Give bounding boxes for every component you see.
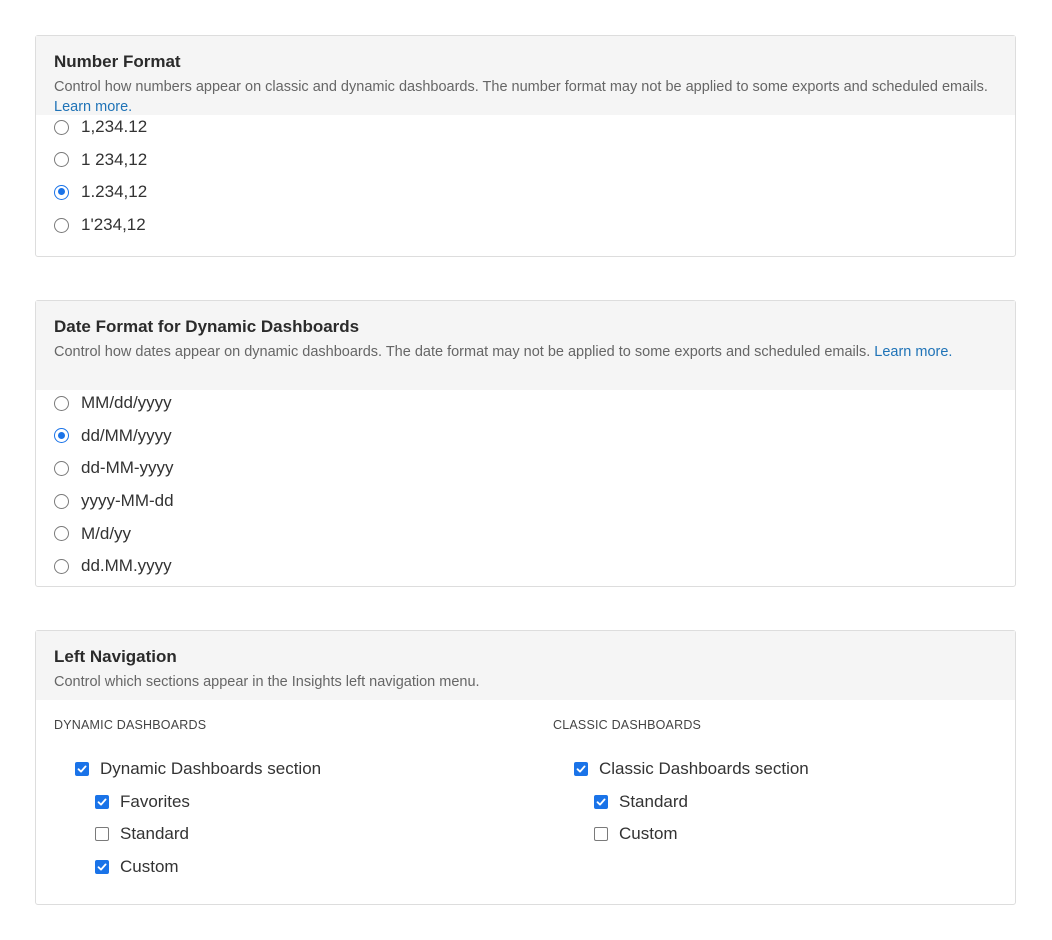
- radio-button[interactable]: [54, 119, 69, 135]
- dynamic-dashboards-header: DYNAMIC DASHBOARDS: [54, 718, 207, 732]
- radio-label: dd/MM/yyyy: [81, 425, 172, 445]
- date-format-learn-more-link[interactable]: Learn more.: [874, 344, 952, 360]
- radio-label: M/d/yy: [81, 523, 132, 543]
- checkbox-label: Custom: [120, 857, 179, 876]
- radio-label: yyyy-MM-dd: [81, 491, 174, 511]
- checkbox[interactable]: [95, 827, 109, 841]
- date-format-header: Date Format for Dynamic Dashboards Contr…: [36, 301, 1015, 390]
- date-format-option[interactable]: dd/MM/yyyy: [54, 420, 997, 453]
- checkbox[interactable]: [75, 762, 89, 776]
- number-format-title: Number Format: [54, 52, 181, 71]
- radio-label: dd.MM.yyyy: [81, 556, 172, 576]
- number-format-option[interactable]: 1'234,12: [54, 209, 997, 242]
- date-format-options: MM/dd/yyyy dd/MM/yyyy dd-MM-yyyy yyyy-MM…: [36, 387, 1015, 583]
- classic-standard-option[interactable]: Standard: [594, 792, 688, 812]
- left-navigation-description: Control which sections appear in the Ins…: [54, 674, 480, 690]
- radio-label: MM/dd/yyyy: [81, 393, 172, 413]
- number-format-option[interactable]: 1,234.12: [54, 111, 997, 144]
- date-format-description: Control how dates appear on dynamic dash…: [54, 342, 997, 362]
- radio-button[interactable]: [54, 460, 69, 476]
- number-format-header: Number Format Control how numbers appear…: [36, 36, 1015, 115]
- dynamic-favorites-option[interactable]: Favorites: [95, 792, 190, 812]
- number-format-panel: Number Format Control how numbers appear…: [35, 35, 1016, 257]
- checkbox[interactable]: [574, 762, 588, 776]
- radio-button[interactable]: [54, 152, 69, 168]
- dynamic-dashboards-section-option[interactable]: Dynamic Dashboards section: [75, 759, 321, 779]
- left-navigation-title: Left Navigation: [54, 647, 177, 666]
- date-format-panel: Date Format for Dynamic Dashboards Contr…: [35, 300, 1016, 587]
- checkbox-label: Standard: [120, 824, 189, 843]
- checkbox-label: Standard: [619, 792, 688, 811]
- number-format-options: 1,234.12 1 234,12 1.234,12 1'234,12: [36, 111, 1015, 241]
- radio-button[interactable]: [54, 526, 69, 542]
- classic-dashboards-section-option[interactable]: Classic Dashboards section: [574, 759, 809, 779]
- dynamic-custom-option[interactable]: Custom: [95, 857, 179, 877]
- radio-label: 1.234,12: [81, 182, 148, 202]
- date-format-option[interactable]: dd-MM-yyyy: [54, 452, 997, 485]
- radio-button[interactable]: [54, 184, 69, 200]
- radio-label: 1 234,12: [81, 149, 148, 169]
- checkbox[interactable]: [594, 827, 608, 841]
- number-format-option[interactable]: 1.234,12: [54, 176, 997, 209]
- checkbox-label: Favorites: [120, 792, 190, 811]
- classic-dashboards-header: CLASSIC DASHBOARDS: [553, 718, 702, 732]
- date-format-option[interactable]: dd.MM.yyyy: [54, 550, 997, 583]
- radio-button[interactable]: [54, 217, 69, 233]
- radio-button[interactable]: [54, 395, 69, 411]
- checkbox[interactable]: [594, 795, 608, 809]
- radio-label: 1,234.12: [81, 117, 148, 137]
- checkbox[interactable]: [95, 795, 109, 809]
- date-format-option[interactable]: MM/dd/yyyy: [54, 387, 997, 420]
- dynamic-standard-option[interactable]: Standard: [95, 824, 189, 844]
- checkbox[interactable]: [95, 860, 109, 874]
- date-format-option[interactable]: M/d/yy: [54, 517, 997, 550]
- radio-label: 1'234,12: [81, 215, 146, 235]
- number-format-description-text: Control how numbers appear on classic an…: [54, 79, 988, 95]
- checkbox-label: Dynamic Dashboards section: [100, 759, 322, 778]
- checkbox-label: Custom: [619, 824, 678, 843]
- radio-button[interactable]: [54, 428, 69, 444]
- date-format-option[interactable]: yyyy-MM-dd: [54, 485, 997, 518]
- date-format-title: Date Format for Dynamic Dashboards: [54, 317, 360, 336]
- classic-custom-option[interactable]: Custom: [594, 824, 678, 844]
- date-format-description-text: Control how dates appear on dynamic dash…: [54, 344, 871, 360]
- radio-button[interactable]: [54, 558, 69, 574]
- left-navigation-header: Left Navigation Control which sections a…: [36, 631, 1015, 700]
- number-format-option[interactable]: 1 234,12: [54, 144, 997, 177]
- number-format-learn-more-link[interactable]: Learn more.: [54, 99, 132, 115]
- radio-button[interactable]: [54, 493, 69, 509]
- left-navigation-body: DYNAMIC DASHBOARDS Dynamic Dashboards se…: [36, 700, 1015, 904]
- checkbox-label: Classic Dashboards section: [599, 759, 809, 778]
- left-navigation-panel: Left Navigation Control which sections a…: [35, 630, 1016, 905]
- radio-label: dd-MM-yyyy: [81, 458, 174, 478]
